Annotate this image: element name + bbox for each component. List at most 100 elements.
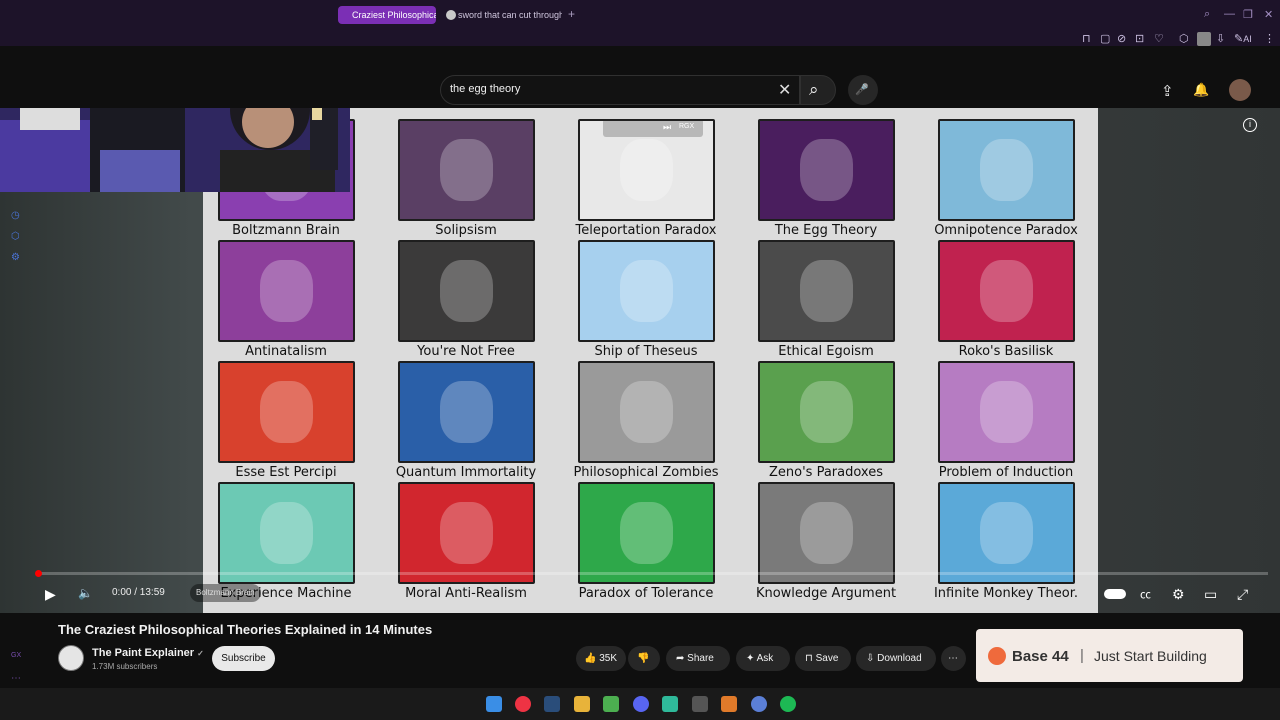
screenshot-icon[interactable]: ▢ — [1100, 32, 1110, 45]
tile-label: Problem of Induction — [938, 465, 1074, 480]
sidebar-settings-icon[interactable]: ⚙ — [11, 252, 20, 263]
search-query: the egg theory — [450, 83, 521, 95]
spotify-icon[interactable] — [780, 696, 796, 712]
chapter-label[interactable]: Boltzmann Brain — [190, 584, 261, 602]
thumbnail-tile — [758, 361, 895, 463]
tile-label: Boltzmann Brain — [232, 223, 340, 238]
overlay-controls[interactable]: ⏭ RGX — [603, 119, 703, 137]
autoplay-toggle[interactable] — [1104, 589, 1126, 599]
channel-avatar[interactable] — [58, 645, 84, 671]
download-icon[interactable]: ⇩ — [1216, 32, 1225, 45]
share-icon: ➦ — [676, 653, 685, 664]
app-icon[interactable] — [662, 696, 678, 712]
notifications-icon[interactable]: 🔔 — [1193, 82, 1209, 98]
opera-icon[interactable] — [515, 696, 531, 712]
tile-illustration — [259, 501, 314, 565]
snapshot-icon[interactable]: ⊡ — [1135, 32, 1144, 45]
dislike-button[interactable]: 👎 — [628, 646, 660, 671]
screen: Boltzmann Brain Solipsism Teleportation Pa… — [0, 0, 1280, 720]
adblock-icon[interactable]: ⊘ — [1117, 32, 1126, 45]
file-explorer-icon[interactable] — [574, 696, 590, 712]
more-actions-button[interactable]: ⋯ — [941, 646, 966, 671]
bookmark-icon[interactable]: ⊓ — [1082, 32, 1091, 45]
blender-icon[interactable] — [721, 696, 737, 712]
upload-icon[interactable]: ⇪ — [1161, 82, 1174, 100]
heart-icon[interactable]: ♡ — [1154, 32, 1164, 45]
account-avatar[interactable] — [1229, 79, 1251, 101]
tile-label: Ship of Theseus — [594, 344, 698, 359]
thumbnail-tile — [218, 240, 355, 342]
tab-current[interactable]: Craziest Philosophica — [338, 6, 436, 24]
sidebar-gx-icon[interactable]: GX — [11, 652, 21, 659]
discord-icon[interactable] — [633, 696, 649, 712]
channel-name[interactable]: The Paint Explainer ✓ — [92, 647, 204, 659]
tile-illustration — [439, 501, 494, 565]
tile-label: Antinatalism — [245, 344, 327, 359]
tool-icon[interactable] — [692, 696, 708, 712]
progress-scrubber[interactable] — [35, 570, 42, 577]
miniplayer-icon[interactable]: ▭ — [1204, 586, 1217, 603]
tile-illustration — [439, 380, 494, 444]
tile-illustration — [439, 259, 494, 323]
maximize-icon[interactable]: ❐ — [1243, 8, 1253, 21]
sidebar-history-icon[interactable]: ◷ — [11, 210, 20, 221]
sidebar-extensions-icon[interactable]: ⬡ — [11, 231, 20, 242]
save-button[interactable]: ⊓ Save — [795, 646, 851, 671]
tile-label: Knowledge Argument — [755, 586, 897, 601]
thumbnail-tile — [398, 119, 535, 221]
close-window-icon[interactable]: ✕ — [1264, 8, 1273, 21]
time-display: 0:00 / 13:59 — [112, 587, 165, 598]
minimize-icon[interactable]: — — [1224, 8, 1235, 20]
search-tabs-icon[interactable]: ⌕ — [1204, 8, 1210, 21]
thumbnail-tile — [758, 482, 895, 584]
tile-illustration — [619, 501, 674, 565]
new-tab-button[interactable]: + — [568, 7, 575, 21]
skip-icon[interactable]: ⏭ — [663, 122, 671, 133]
ad-logo-icon — [988, 647, 1006, 665]
thumbnail-tile — [758, 119, 895, 221]
thumbnail-tile — [218, 482, 355, 584]
fullscreen-icon[interactable]: ⤢ — [1237, 586, 1248, 603]
tile-label: Teleportation Paradox — [575, 223, 717, 238]
minecraft-icon[interactable] — [603, 696, 619, 712]
tile-illustration — [799, 138, 854, 202]
ai-icon[interactable]: ✎AI — [1234, 32, 1252, 45]
captions-icon[interactable]: ㏄ — [1140, 586, 1151, 602]
start-icon[interactable] — [486, 696, 502, 712]
share-button[interactable]: ➦ Share — [666, 646, 730, 671]
tile-label: Zeno's Paradoxes — [769, 465, 883, 480]
play-icon[interactable]: ▶ — [45, 586, 56, 603]
browser-icon[interactable] — [751, 696, 767, 712]
ask-button[interactable]: ✦ Ask — [736, 646, 790, 671]
download-button[interactable]: ⇩ Download — [856, 646, 936, 671]
menu-icon[interactable]: ⋮ — [1264, 32, 1275, 45]
tile-label: Paradox of Tolerance — [578, 586, 714, 601]
volume-icon[interactable]: 🔈 — [78, 586, 93, 600]
sidebar-more-icon[interactable]: ⋯ — [11, 673, 21, 684]
verified-icon: ✓ — [197, 649, 204, 658]
profile-icon[interactable] — [1197, 32, 1211, 46]
tile-label: Ethical Egoism — [778, 344, 874, 359]
tile-label: Moral Anti-Realism — [405, 586, 527, 601]
mic-icon: 🎤 — [855, 84, 869, 96]
tile-illustration — [259, 380, 314, 444]
info-icon[interactable]: i — [1243, 118, 1257, 132]
progress-bar[interactable] — [38, 572, 1268, 575]
tile-illustration — [979, 380, 1034, 444]
tile-label: Infinite Monkey Theor. — [933, 586, 1079, 601]
extensions-icon[interactable]: ⬡ — [1179, 32, 1189, 45]
settings-icon[interactable]: ⚙ — [1172, 586, 1185, 603]
thumbnail-tile — [938, 361, 1075, 463]
tab-sword[interactable]: sword that can cut through — [444, 6, 562, 24]
dislike-icon: 👎 — [637, 653, 650, 664]
like-icon: 👍 — [584, 653, 597, 664]
like-button[interactable]: 👍 35K — [576, 646, 626, 671]
subscribe-button[interactable]: Subscribe — [212, 646, 275, 671]
tile-label: Omnipotence Paradox — [934, 223, 1078, 238]
tile-illustration — [439, 138, 494, 202]
thumbnail-tile — [938, 240, 1075, 342]
ad-separator: | — [1080, 647, 1084, 664]
tile-label: Quantum Immortality — [395, 465, 537, 480]
clear-search-icon[interactable]: ✕ — [778, 80, 791, 100]
steam-icon[interactable] — [544, 696, 560, 712]
